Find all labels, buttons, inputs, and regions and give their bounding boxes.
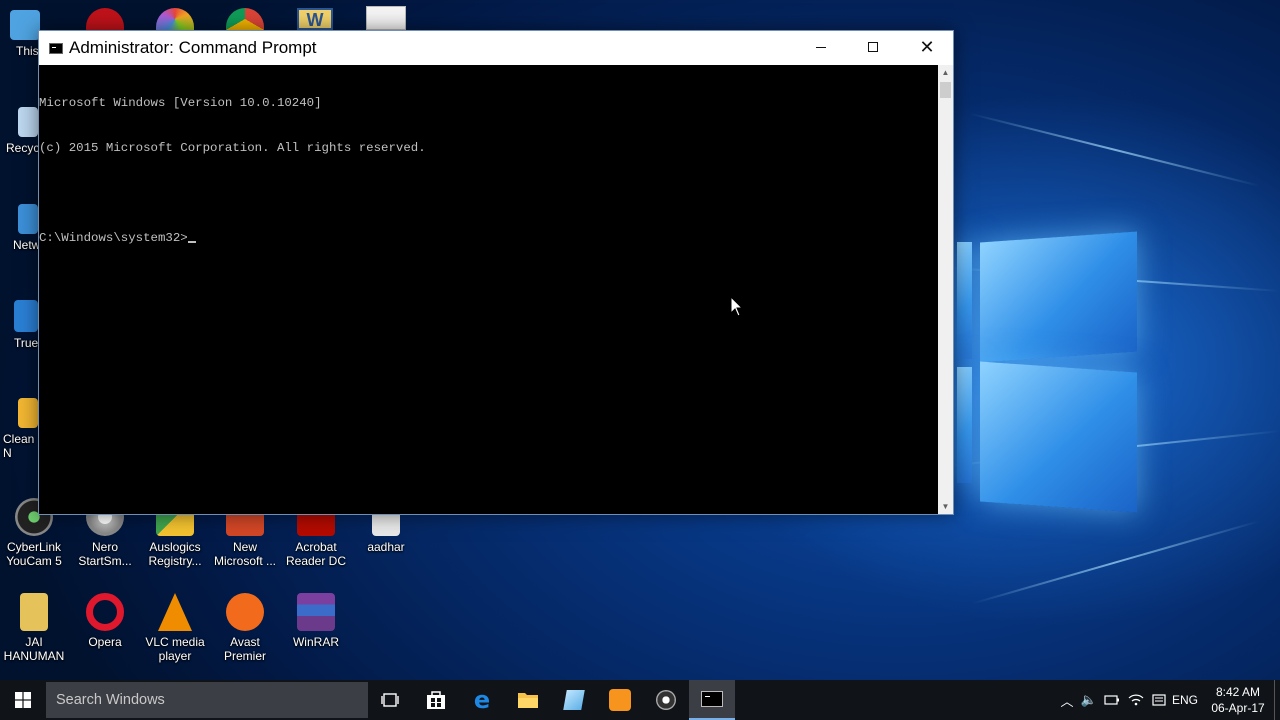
notepad-icon xyxy=(563,690,585,710)
store-button[interactable] xyxy=(413,680,459,720)
edge-icon: e xyxy=(473,686,491,714)
console-prompt-line[interactable]: C:\Windows\system32> xyxy=(39,231,938,246)
show-desktop-button[interactable] xyxy=(1274,680,1280,720)
command-prompt-window[interactable]: Administrator: Command Prompt ✕ Microsof… xyxy=(38,30,954,515)
clock-date: 06-Apr-17 xyxy=(1211,701,1265,715)
recycle-bin-icon xyxy=(18,107,38,137)
minimize-icon xyxy=(816,46,826,48)
language-label: ENG xyxy=(1171,693,1198,707)
console-prompt: C:\Windows\system32> xyxy=(39,231,188,245)
task-view-icon xyxy=(381,693,399,707)
desktop-icon-network[interactable]: Netw xyxy=(0,204,40,252)
folder-icon xyxy=(20,593,48,631)
network-icon xyxy=(18,204,38,234)
scroll-down-icon[interactable]: ▼ xyxy=(938,499,953,514)
notepad-button[interactable] xyxy=(551,680,597,720)
mouse-pointer-icon xyxy=(730,296,744,317)
wifi-icon xyxy=(1128,694,1144,706)
vertical-scrollbar[interactable]: ▲ ▼ xyxy=(938,65,953,514)
console-line: (c) 2015 Microsoft Corporation. All righ… xyxy=(39,141,426,155)
search-box[interactable]: Search Windows xyxy=(46,682,368,718)
true-key-icon xyxy=(14,300,38,332)
window-titlebar[interactable]: Administrator: Command Prompt ✕ xyxy=(39,31,953,65)
network-button[interactable] xyxy=(1125,680,1147,720)
desktop-icon-vlc[interactable]: VLC media player xyxy=(139,593,211,663)
start-button[interactable] xyxy=(0,680,46,720)
desktop-icon-this-pc[interactable]: This xyxy=(0,10,40,58)
edge-button[interactable]: e xyxy=(459,680,505,720)
close-icon: ✕ xyxy=(919,37,935,57)
show-hidden-icons-button[interactable]: ︿ xyxy=(1057,680,1077,720)
close-button[interactable]: ✕ xyxy=(901,31,953,63)
uc-browser-button[interactable] xyxy=(597,680,643,720)
desktop-icon-avast[interactable]: Avast Premier xyxy=(209,593,281,663)
windows-logo-graphic xyxy=(955,215,1155,515)
desktop-icon-winrar[interactable]: WinRAR xyxy=(280,593,352,649)
youcam-taskbar-button[interactable] xyxy=(643,680,689,720)
clean-master-icon xyxy=(18,398,38,428)
scroll-up-icon[interactable]: ▲ xyxy=(938,65,953,80)
word-icon[interactable]: W xyxy=(297,8,333,30)
youcam-icon xyxy=(656,690,676,710)
desktop-icon-jai-hanuman[interactable]: JAI HANUMAN xyxy=(0,593,70,663)
console-line: Microsoft Windows [Version 10.0.10240] xyxy=(39,96,322,110)
volume-button[interactable]: 🔈 xyxy=(1079,680,1099,720)
vlc-icon xyxy=(158,593,192,631)
console-output[interactable]: Microsoft Windows [Version 10.0.10240] (… xyxy=(39,65,938,514)
battery-icon xyxy=(1104,695,1119,705)
file-explorer-button[interactable] xyxy=(505,680,551,720)
doc-thumbnail-icon[interactable] xyxy=(366,6,406,30)
volume-icon: 🔈 xyxy=(1080,692,1098,707)
desktop-icon-true-key[interactable]: True xyxy=(0,300,40,350)
chevron-up-icon: ︿ xyxy=(1060,693,1074,709)
store-icon xyxy=(427,691,445,709)
notifications-icon xyxy=(1152,694,1166,706)
taskbar: Search Windows e ︿ 🔈 ENG 8:42 AM 06-Apr-… xyxy=(0,680,1280,720)
command-prompt-icon xyxy=(701,691,723,707)
this-pc-icon xyxy=(10,10,40,40)
opera-icon xyxy=(86,593,124,631)
command-prompt-icon xyxy=(49,42,63,54)
avast-icon xyxy=(226,593,264,631)
language-indicator[interactable]: ENG xyxy=(1169,680,1201,720)
scrollbar-thumb[interactable] xyxy=(940,82,951,98)
file-explorer-icon xyxy=(518,693,538,708)
command-prompt-taskbar-button[interactable] xyxy=(689,680,735,720)
action-center-button[interactable] xyxy=(1149,680,1169,720)
maximize-button[interactable] xyxy=(847,31,899,63)
desktop-icon-opera[interactable]: Opera xyxy=(69,593,141,649)
text-cursor xyxy=(187,241,196,243)
winrar-icon xyxy=(297,593,335,631)
task-view-button[interactable] xyxy=(367,680,413,720)
window-title: Administrator: Command Prompt xyxy=(69,38,317,57)
maximize-icon xyxy=(868,42,878,52)
clock-time: 8:42 AM xyxy=(1215,685,1261,699)
minimize-button[interactable] xyxy=(795,31,847,63)
search-placeholder: Search Windows xyxy=(56,692,165,708)
clock[interactable]: 8:42 AM 06-Apr-17 xyxy=(1206,684,1270,716)
desktop-icon-clean-master[interactable]: Clean N xyxy=(0,398,40,460)
desktop-icon-recycle-bin[interactable]: Recycl xyxy=(0,107,42,155)
windows-start-icon xyxy=(15,692,31,708)
uc-browser-icon xyxy=(609,689,631,711)
power-button[interactable] xyxy=(1101,680,1123,720)
